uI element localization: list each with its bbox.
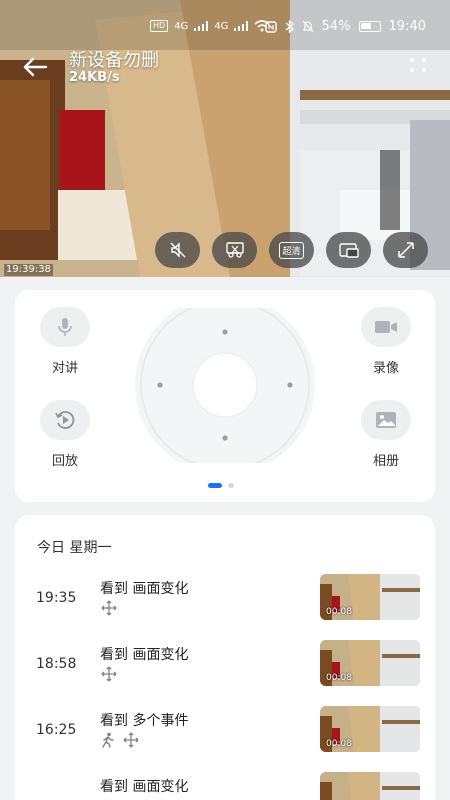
event-tags [101, 600, 117, 616]
system-indicators: 54% 19:40 [264, 19, 426, 34]
screenshot-icon [225, 242, 244, 258]
event-duration: 00:08 [326, 739, 352, 749]
battery-percent: 54% [321, 19, 351, 34]
hd-badge: HD [150, 20, 169, 32]
ptz-left-dot [157, 382, 163, 388]
page-dot [228, 483, 234, 488]
move-icon [101, 600, 117, 616]
playback-circle [40, 400, 90, 440]
video-timestamp: 19:39:38 [4, 264, 53, 276]
event-thumbnail[interactable] [320, 772, 420, 800]
event-time: 16:25 [36, 722, 77, 738]
back-arrow-icon[interactable] [20, 52, 50, 82]
clock: 19:40 [388, 19, 426, 34]
player-header: 新设备勿删 24KB/s [0, 42, 450, 92]
camera-feed[interactable]: HD 4G 4G 54% 19:40 新设备勿删 24KB/s 19:39:38 [0, 0, 450, 277]
mute-button[interactable] [155, 232, 200, 268]
ptz-down-dot [222, 435, 228, 441]
person-walk-icon [102, 732, 114, 748]
bluetooth-icon [285, 20, 294, 33]
device-title: 新设备勿删 [69, 50, 159, 71]
ptz-control-pad[interactable] [132, 308, 318, 463]
nfc-icon [264, 20, 277, 33]
playback-button[interactable]: 回放 [35, 400, 95, 469]
mute-icon [170, 242, 185, 258]
event-row[interactable]: 看到 画面变化 [15, 772, 435, 800]
move-icon [123, 732, 139, 748]
fullscreen-button[interactable] [383, 232, 428, 268]
record-label: 录像 [372, 361, 399, 376]
page-indicator [208, 483, 234, 488]
picture-in-picture-icon [338, 243, 359, 258]
bitrate-label: 24KB/s [69, 70, 120, 85]
event-duration: 00:08 [326, 673, 352, 683]
ptz-right-dot [287, 382, 293, 388]
playback-icon [55, 411, 75, 429]
player-toolbar: 超清 [155, 232, 428, 268]
video-camera-icon [375, 321, 397, 333]
event-tags [101, 666, 117, 682]
event-thumbnail[interactable]: 00:08 [320, 574, 420, 620]
event-tags [101, 732, 139, 748]
events-panel: 今日 星期一 19:35 看到 画面变化 00:08 18:58 看到 画面变化… [15, 515, 435, 800]
signal-icon [194, 21, 209, 31]
playback-label: 回放 [51, 454, 78, 469]
quality-button[interactable]: 超清 [269, 232, 314, 268]
status-bar: HD 4G 4G 54% 19:40 [0, 0, 450, 40]
signal-label-1: 4G [174, 20, 189, 32]
event-time: 18:58 [36, 656, 77, 672]
more-options-icon[interactable] [408, 56, 432, 72]
album-button[interactable]: 相册 [356, 400, 416, 469]
record-button[interactable]: 录像 [356, 307, 416, 376]
talk-button[interactable]: 对讲 [35, 307, 95, 376]
control-panel: 对讲 录像 回放 相册 [15, 290, 435, 502]
screenshot-button[interactable] [212, 232, 257, 268]
network-indicators: HD 4G 4G [150, 20, 270, 32]
event-row[interactable]: 18:58 看到 画面变化 00:08 [15, 640, 435, 690]
signal-label-2: 4G [214, 20, 229, 32]
mute-bell-icon [302, 20, 314, 33]
event-title: 看到 画面变化 [100, 581, 189, 597]
ptz-up-dot [222, 329, 228, 335]
event-title: 看到 画面变化 [100, 779, 189, 795]
events-date-header: 今日 星期一 [37, 540, 112, 556]
battery-icon [358, 21, 381, 32]
quality-label: 超清 [279, 241, 304, 259]
fullscreen-icon [397, 242, 414, 258]
event-thumbnail[interactable]: 00:08 [320, 640, 420, 686]
record-circle [361, 307, 411, 347]
microphone-icon [58, 318, 72, 336]
event-time: 19:35 [36, 590, 77, 606]
album-label: 相册 [372, 454, 399, 469]
image-icon [376, 412, 396, 428]
event-duration: 00:08 [326, 607, 352, 617]
talk-circle [40, 307, 90, 347]
event-title: 看到 画面变化 [100, 647, 189, 663]
event-thumbnail[interactable]: 00:08 [320, 706, 420, 752]
event-row[interactable]: 16:25 看到 多个事件 00:08 [15, 706, 435, 756]
signal-icon [234, 21, 249, 31]
event-row[interactable]: 19:35 看到 画面变化 00:08 [15, 574, 435, 624]
album-circle [361, 400, 411, 440]
move-icon [101, 666, 117, 682]
event-title: 看到 多个事件 [100, 713, 189, 729]
thumbnail-image [320, 772, 420, 800]
picture-in-picture-button[interactable] [326, 232, 371, 268]
page-dot-active [208, 483, 222, 488]
talk-label: 对讲 [51, 361, 78, 376]
